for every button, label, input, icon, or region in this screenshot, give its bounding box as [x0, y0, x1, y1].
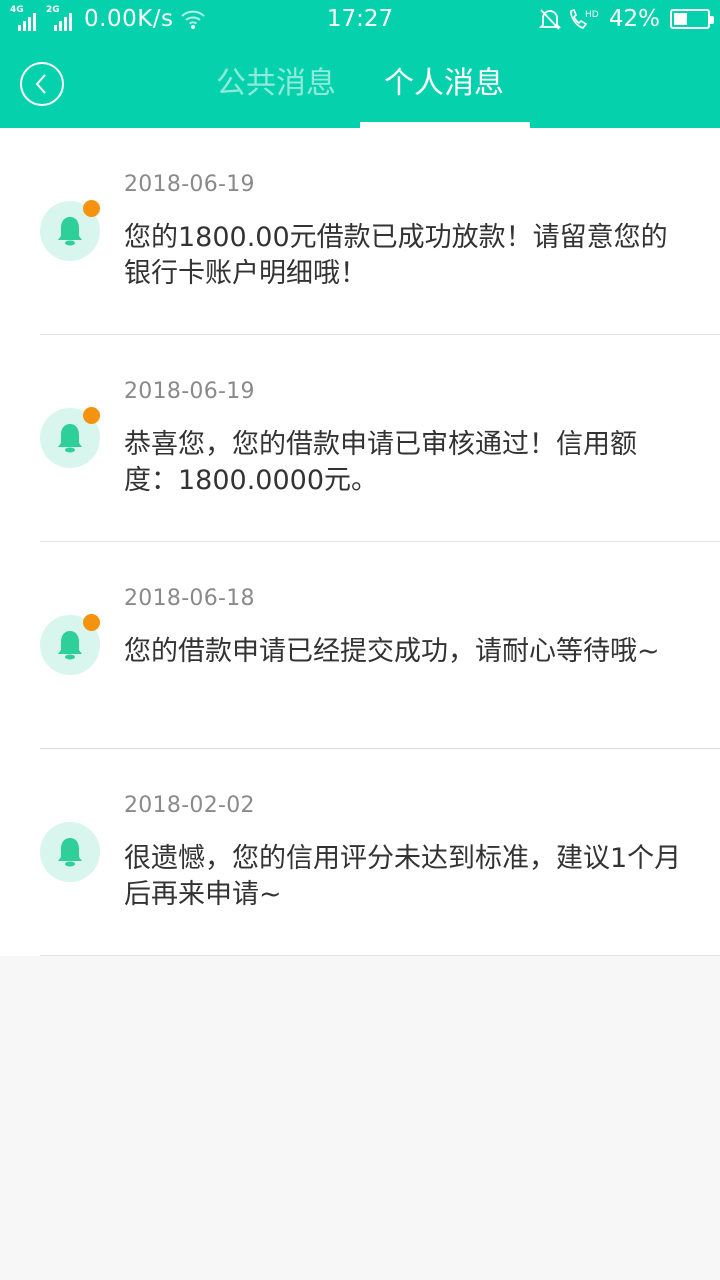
bell-icon	[58, 424, 82, 453]
bell-icon	[58, 631, 82, 660]
divider	[40, 955, 720, 956]
svg-text:HD: HD	[585, 10, 599, 20]
message-text: 您的借款申请已经提交成功，请耐心等待哦~	[124, 636, 660, 667]
message-text: 恭喜您，您的借款申请已审核通过！信用额度：1800.0000元。	[124, 429, 637, 496]
hd-call-icon: HD	[570, 9, 599, 29]
unread-dot	[83, 407, 100, 424]
unread-dot	[83, 614, 100, 631]
status-bar: 4G 2G 0.00K/s 17:27 HD 42%	[0, 0, 720, 38]
message-avatar	[40, 822, 100, 882]
header: 4G 2G 0.00K/s 17:27 HD 42% 公共消息 个人消息	[0, 0, 720, 128]
bell-icon	[58, 217, 82, 246]
battery-percent: 42%	[608, 6, 660, 32]
tab-personal-messages[interactable]: 个人消息	[374, 62, 514, 106]
message-date: 2018-06-19	[124, 172, 255, 197]
message-text: 很遗憾，您的信用评分未达到标准，建议1个月后再来申请~	[124, 843, 682, 910]
message-item[interactable]: 2018-06-18 您的借款申请已经提交成功，请耐心等待哦~	[0, 542, 720, 749]
message-text: 您的1800.00元借款已成功放款！请留意您的银行卡账户明细哦！	[124, 222, 668, 289]
message-item[interactable]: 2018-06-19 您的1800.00元借款已成功放款！请留意您的银行卡账户明…	[0, 128, 720, 335]
bell-icon	[58, 838, 82, 867]
unread-dot	[83, 200, 100, 217]
message-date: 2018-02-02	[124, 793, 255, 818]
tab-public-messages[interactable]: 公共消息	[206, 62, 346, 106]
message-item[interactable]: 2018-06-19 恭喜您，您的借款申请已审核通过！信用额度：1800.000…	[0, 335, 720, 542]
message-date: 2018-06-18	[124, 586, 255, 611]
message-list: 2018-06-19 您的1800.00元借款已成功放款！请留意您的银行卡账户明…	[0, 128, 720, 956]
message-item[interactable]: 2018-02-02 很遗憾，您的信用评分未达到标准，建议1个月后再来申请~	[0, 749, 720, 956]
message-date: 2018-06-19	[124, 379, 255, 404]
chevron-left-icon	[35, 74, 46, 94]
bell-off-icon	[538, 9, 561, 30]
battery-icon	[670, 9, 714, 29]
back-button[interactable]	[20, 62, 64, 106]
